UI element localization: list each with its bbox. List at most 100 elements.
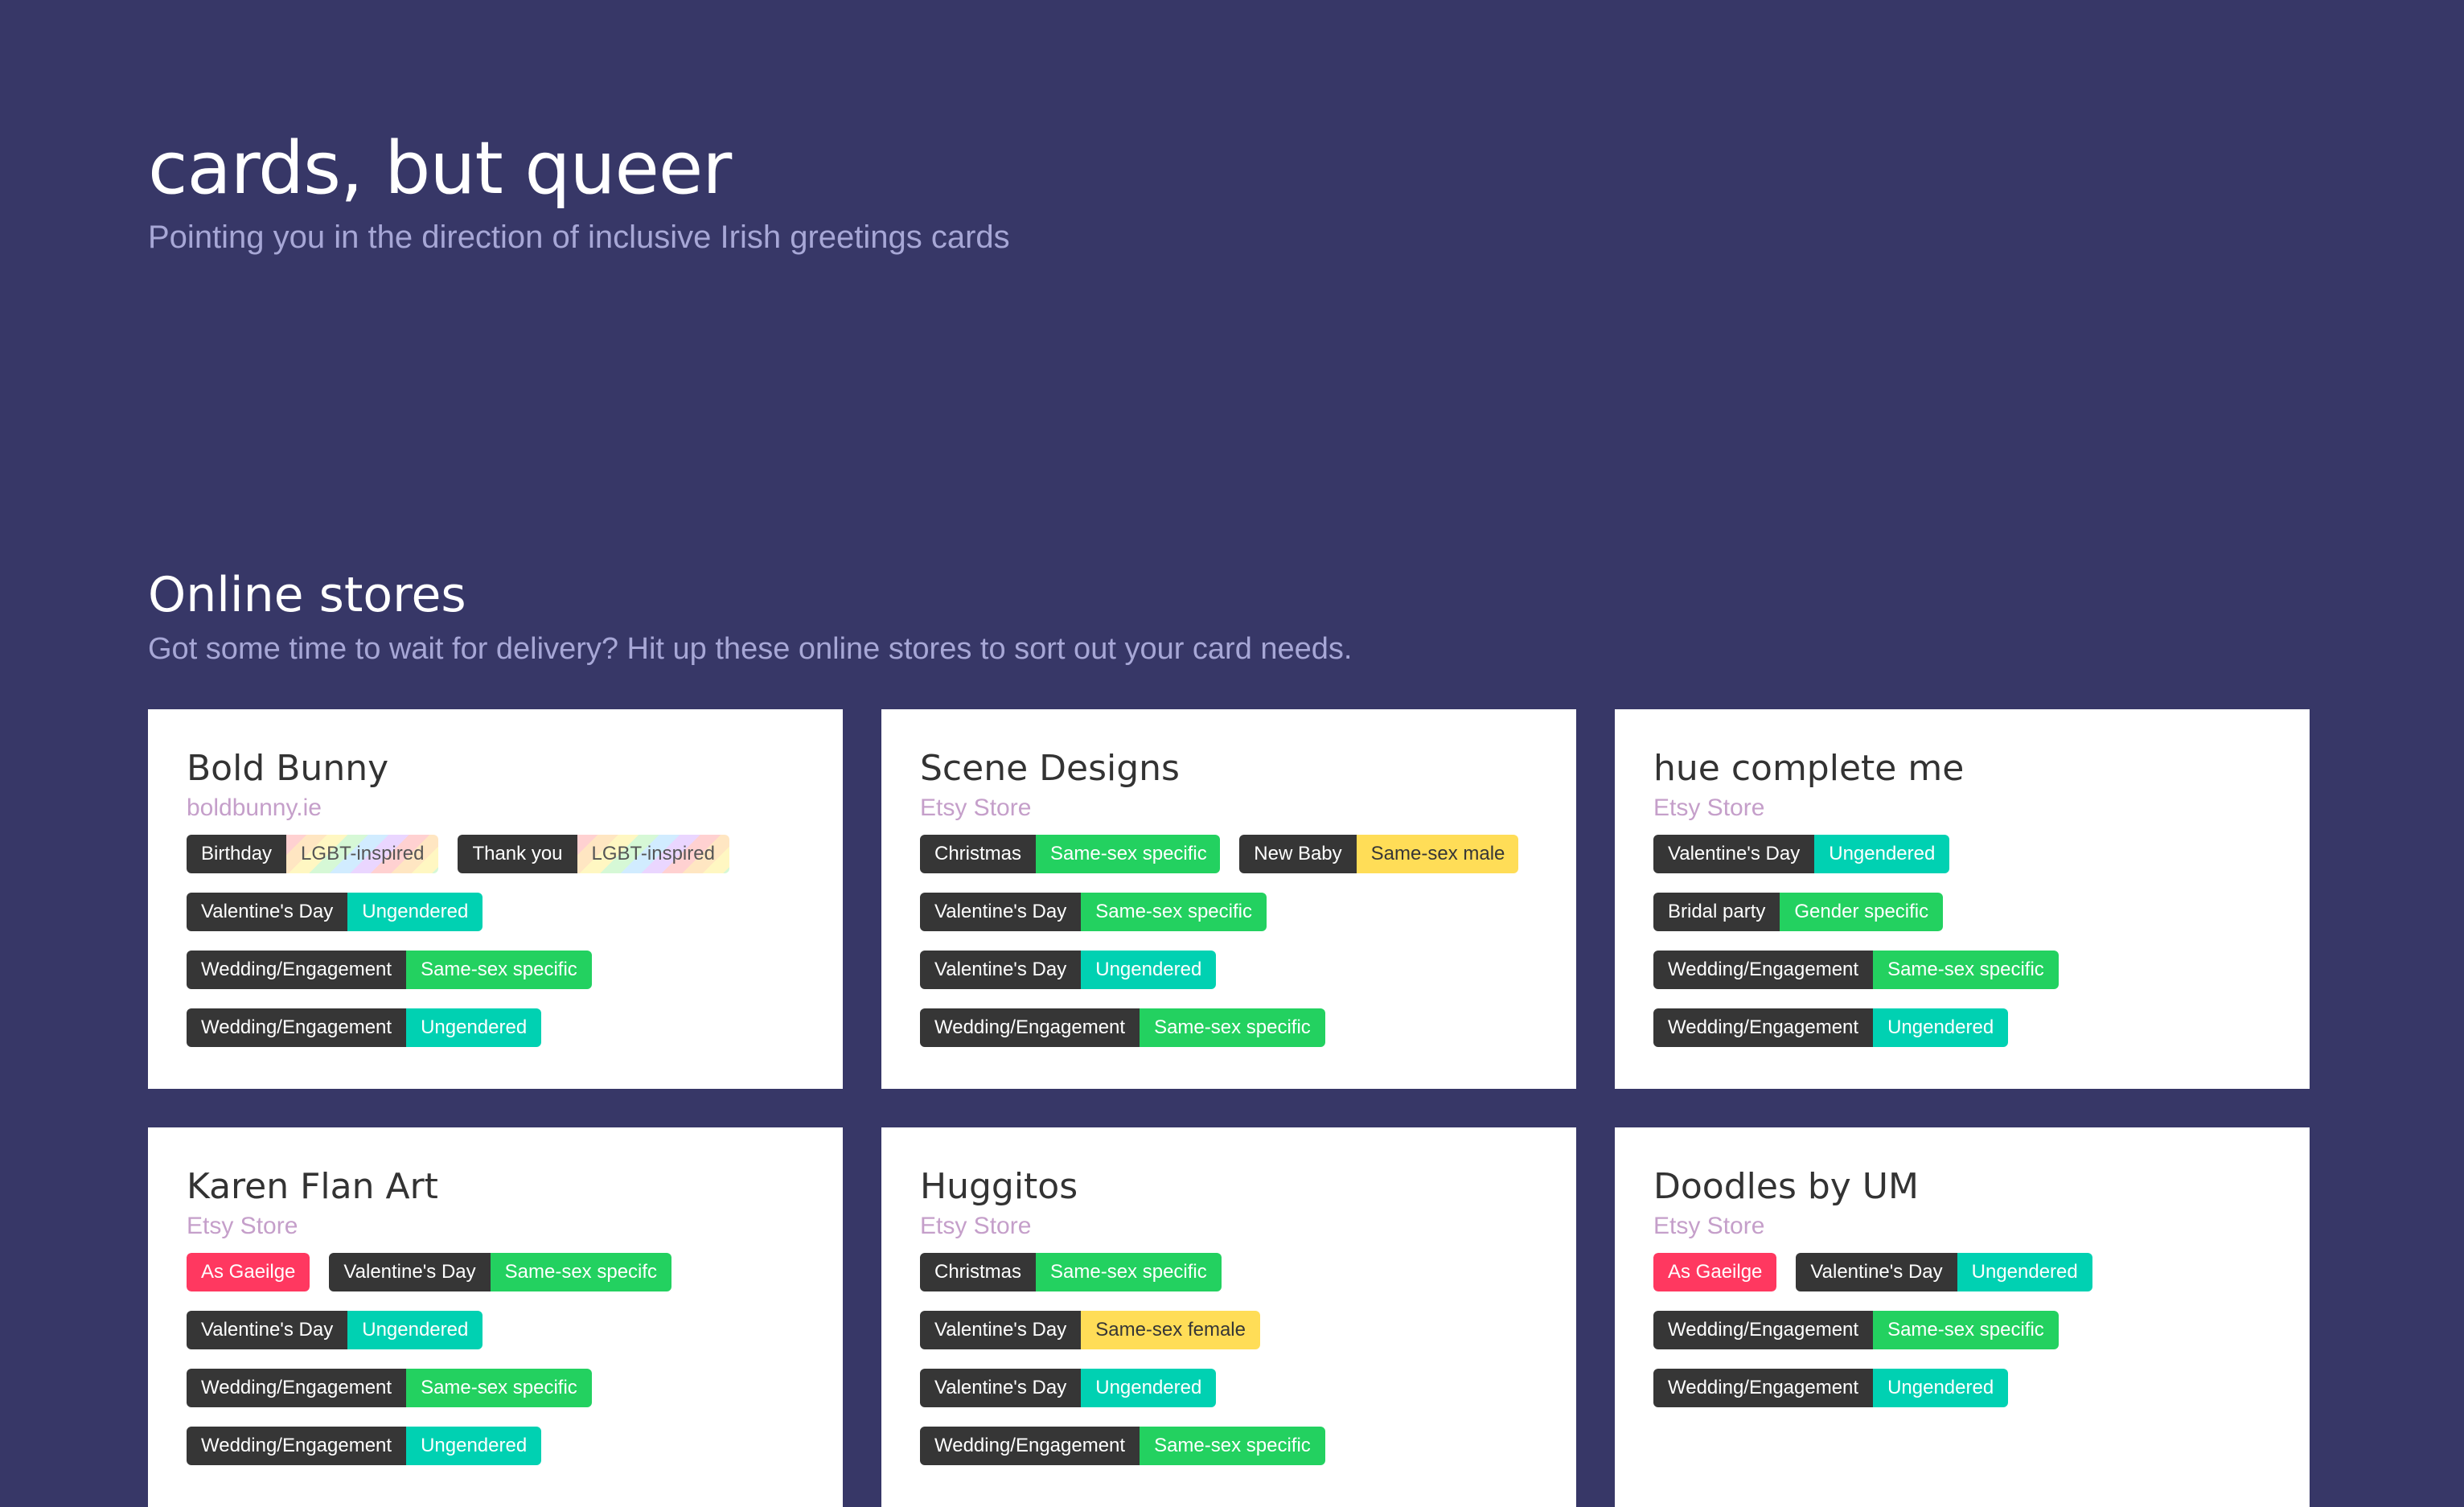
store-link[interactable]: boldbunny.ie	[187, 791, 804, 825]
tag-row: Valentine's Day Ungendered	[187, 1311, 804, 1349]
category-tag: Ungendered	[406, 1008, 542, 1047]
hero: cards, but queer Pointing you in the dir…	[148, 121, 1010, 255]
tag-row: Wedding/Engagement Same-sex specific	[1653, 1311, 2271, 1349]
occasion-tag: Valentine's Day	[920, 893, 1082, 931]
tag-row: As Gaeilge Valentine's Day Ungendered	[1653, 1253, 2271, 1291]
store-name: Doodles by UM	[1653, 1166, 1919, 1207]
category-tag: Same-sex specific	[1081, 893, 1267, 931]
store-card: Karen Flan Art Etsy Store As Gaeilge Valent…	[148, 1127, 843, 1507]
tag-list: Birthday LGBT-inspired Thank you LGBT-inspi…	[187, 835, 804, 1047]
as-gaeilge-tag: As Gaeilge	[1653, 1253, 1777, 1291]
store-link[interactable]: Etsy Store	[187, 1209, 804, 1243]
language-badge: As Gaeilge	[187, 1253, 310, 1291]
language-badge: As Gaeilge	[1653, 1253, 1777, 1291]
tag-row: Wedding/Engagement Same-sex specific	[187, 1369, 804, 1407]
section-title: Online stores	[148, 567, 466, 623]
section-subtitle: Got some time to wait for delivery? Hit …	[148, 632, 1353, 666]
category-tag: Ungendered	[1814, 835, 1950, 873]
tag-list: Valentine's Day Ungendered Bridal party Gen…	[1653, 835, 2271, 1047]
occasion-tag: Wedding/Engagement	[187, 1008, 407, 1047]
store-card: Doodles by UM Etsy Store As Gaeilge Valenti…	[1615, 1127, 2310, 1507]
category-tag: Ungendered	[347, 893, 483, 931]
occasion-tag-group: Thank you LGBT-inspired	[458, 835, 729, 873]
category-tag: Ungendered	[1873, 1369, 2009, 1407]
occasion-tag-group: Wedding/Engagement Same-sex specific	[920, 1008, 1325, 1047]
tag-row: Valentine's Day Ungendered	[920, 951, 1538, 989]
tag-row: Wedding/Engagement Ungendered	[1653, 1369, 2271, 1407]
occasion-tag: Wedding/Engagement	[187, 951, 407, 989]
tag-list: As Gaeilge Valentine's Day Same-sex specif…	[187, 1253, 804, 1465]
tag-row: Birthday LGBT-inspired Thank you LGBT-inspi…	[187, 835, 804, 873]
category-tag: Ungendered	[1873, 1008, 2009, 1047]
occasion-tag-group: Christmas Same-sex specific	[920, 835, 1221, 873]
store-card: hue complete me Etsy Store Valentine's Day…	[1615, 709, 2310, 1089]
tag-row: Wedding/Engagement Ungendered	[187, 1427, 804, 1465]
occasion-tag-group: Valentine's Day Ungendered	[187, 893, 483, 931]
store-card: Scene Designs Etsy Store Christmas Same-sex…	[881, 709, 1576, 1089]
tag-row: Valentine's Day Ungendered	[1653, 835, 2271, 873]
occasion-tag: Wedding/Engagement	[1653, 1008, 1874, 1047]
occasion-tag-group: Valentine's Day Same-sex specific	[920, 893, 1267, 931]
occasion-tag-group: Bridal party Gender specific	[1653, 893, 1944, 931]
tag-row: Wedding/Engagement Same-sex specific	[1653, 951, 2271, 989]
category-tag: Same-sex specific	[406, 951, 592, 989]
occasion-tag-group: Valentine's Day Same-sex female	[920, 1311, 1260, 1349]
store-name: Scene Designs	[920, 748, 1180, 789]
occasion-tag: Wedding/Engagement	[920, 1008, 1140, 1047]
occasion-tag: Wedding/Engagement	[1653, 951, 1874, 989]
category-tag: Ungendered	[1957, 1253, 2092, 1291]
tag-list: Christmas Same-sex specific New Baby Same-s…	[920, 835, 1538, 1047]
tag-row: Valentine's Day Same-sex female	[920, 1311, 1538, 1349]
category-tag: Gender specific	[1780, 893, 1944, 931]
occasion-tag-group: Wedding/Engagement Same-sex specific	[187, 951, 592, 989]
store-card-grid: Bold Bunny boldbunny.ie Birthday LGBT-inspi…	[148, 709, 2316, 1507]
occasion-tag-group: Wedding/Engagement Ungendered	[1653, 1008, 2009, 1047]
occasion-tag: Wedding/Engagement	[1653, 1369, 1874, 1407]
store-link[interactable]: Etsy Store	[920, 1209, 1538, 1243]
occasion-tag: Valentine's Day	[920, 1369, 1082, 1407]
occasion-tag-group: Wedding/Engagement Same-sex specific	[187, 1369, 592, 1407]
store-link[interactable]: Etsy Store	[920, 791, 1538, 825]
site-subtitle: Pointing you in the direction of inclusi…	[148, 220, 1010, 255]
category-tag: Ungendered	[347, 1311, 483, 1349]
category-tag: Same-sex specifc	[490, 1253, 672, 1291]
category-tag: Same-sex specific	[1036, 835, 1221, 873]
tag-list: As Gaeilge Valentine's Day Ungendered Weddi…	[1653, 1253, 2271, 1407]
store-card: Bold Bunny boldbunny.ie Birthday LGBT-inspi…	[148, 709, 843, 1089]
occasion-tag: Thank you	[458, 835, 577, 873]
tag-row: Wedding/Engagement Ungendered	[187, 1008, 804, 1047]
tag-row: Wedding/Engagement Same-sex specific	[187, 951, 804, 989]
store-name: Huggitos	[920, 1166, 1078, 1207]
occasion-tag-group: Wedding/Engagement Same-sex specific	[1653, 951, 2059, 989]
tag-row: Christmas Same-sex specific New Baby Same-s…	[920, 835, 1538, 873]
store-link[interactable]: Etsy Store	[1653, 791, 2271, 825]
occasion-tag: Christmas	[920, 835, 1037, 873]
occasion-tag-group: Valentine's Day Ungendered	[920, 1369, 1217, 1407]
occasion-tag: Valentine's Day	[920, 951, 1082, 989]
occasion-tag: Valentine's Day	[187, 1311, 348, 1349]
category-tag: Same-sex specific	[406, 1369, 592, 1407]
store-name: Bold Bunny	[187, 748, 389, 789]
as-gaeilge-tag: As Gaeilge	[187, 1253, 310, 1291]
occasion-tag-group: Wedding/Engagement Ungendered	[1653, 1369, 2009, 1407]
tag-row: As Gaeilge Valentine's Day Same-sex specif…	[187, 1253, 804, 1291]
occasion-tag-group: Valentine's Day Ungendered	[1653, 835, 1950, 873]
category-tag: Ungendered	[406, 1427, 542, 1465]
occasion-tag: Valentine's Day	[920, 1311, 1082, 1349]
category-tag: Ungendered	[1081, 1369, 1217, 1407]
tag-row: Valentine's Day Ungendered	[920, 1369, 1538, 1407]
occasion-tag: Wedding/Engagement	[1653, 1311, 1874, 1349]
category-tag: Same-sex specific	[1036, 1253, 1222, 1291]
occasion-tag-group: Wedding/Engagement Ungendered	[187, 1427, 542, 1465]
category-tag: Same-sex specific	[1140, 1427, 1325, 1465]
occasion-tag-group: Valentine's Day Same-sex specifc	[329, 1253, 672, 1291]
category-tag: LGBT-inspired	[577, 835, 729, 873]
store-link[interactable]: Etsy Store	[1653, 1209, 2271, 1243]
occasion-tag-group: Wedding/Engagement Same-sex specific	[920, 1427, 1325, 1465]
category-tag: Same-sex female	[1081, 1311, 1260, 1349]
occasion-tag-group: Valentine's Day Ungendered	[187, 1311, 483, 1349]
category-tag: Ungendered	[1081, 951, 1217, 989]
occasion-tag: Valentine's Day	[1653, 835, 1815, 873]
occasion-tag-group: Christmas Same-sex specific	[920, 1253, 1222, 1291]
occasion-tag-group: Birthday LGBT-inspired	[187, 835, 439, 873]
